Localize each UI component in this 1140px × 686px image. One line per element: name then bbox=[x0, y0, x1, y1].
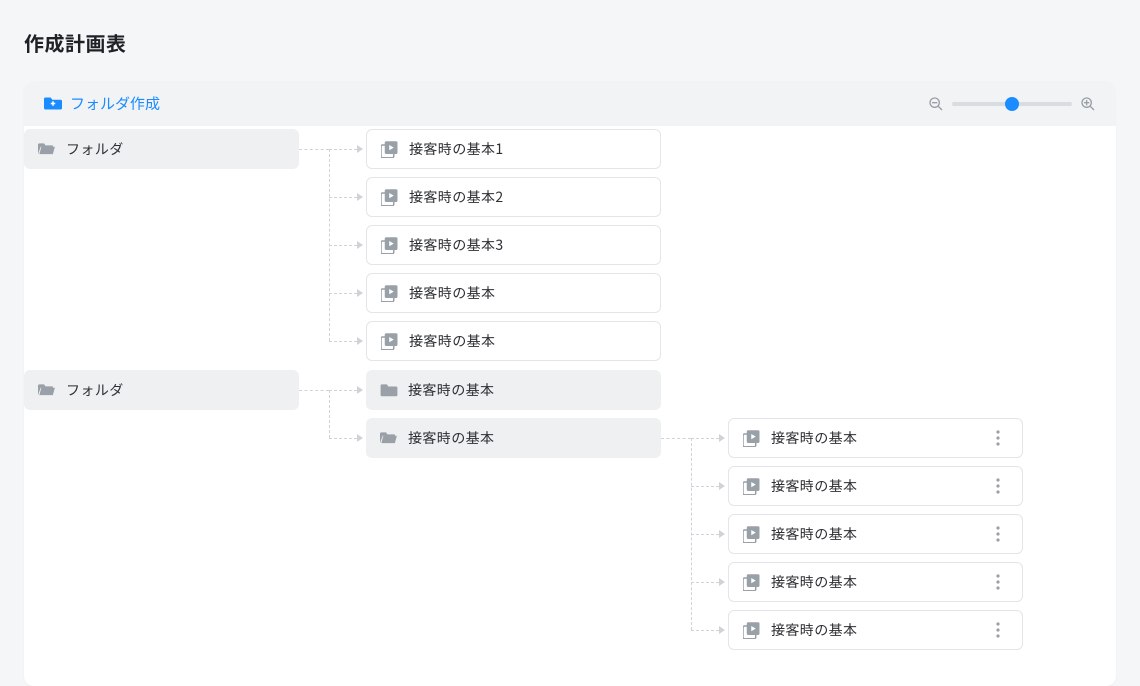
item-node[interactable]: 接客時の基本3 bbox=[366, 225, 661, 265]
video-stack-icon bbox=[381, 188, 399, 206]
video-stack-icon bbox=[381, 284, 399, 302]
folder-open-icon bbox=[380, 429, 398, 447]
subfolder-label: 接客時の基本 bbox=[408, 380, 647, 400]
folder-node[interactable]: フォルダ bbox=[24, 129, 299, 169]
item-label: 接客時の基本 bbox=[771, 620, 978, 640]
folder-node[interactable]: フォルダ bbox=[24, 370, 299, 410]
video-stack-icon bbox=[743, 477, 761, 495]
toolbar: フォルダ作成 bbox=[24, 81, 1116, 126]
item-label: 接客時の基本 bbox=[771, 428, 978, 448]
item-node[interactable]: 接客時の基本2 bbox=[366, 177, 661, 217]
folder-label: フォルダ bbox=[66, 380, 285, 400]
video-stack-icon bbox=[743, 525, 761, 543]
subfolder-node[interactable]: 接客時の基本 bbox=[366, 418, 661, 458]
create-folder-label: フォルダ作成 bbox=[70, 93, 160, 114]
item-node[interactable]: 接客時の基本 bbox=[728, 418, 1023, 458]
item-node[interactable]: 接客時の基本 bbox=[728, 562, 1023, 602]
main-panel: フォルダ作成 bbox=[24, 81, 1116, 686]
item-label: 接客時の基本 bbox=[771, 572, 978, 592]
subfolder-node[interactable]: 接客時の基本 bbox=[366, 370, 661, 410]
zoom-slider[interactable] bbox=[952, 102, 1072, 106]
item-node[interactable]: 接客時の基本 bbox=[366, 273, 661, 313]
item-label: 接客時の基本 bbox=[409, 331, 646, 351]
folder-label: フォルダ bbox=[66, 139, 285, 159]
video-stack-icon bbox=[743, 429, 761, 447]
create-folder-button[interactable]: フォルダ作成 bbox=[44, 93, 160, 114]
subfolder-label: 接客時の基本 bbox=[408, 428, 647, 448]
more-menu-button[interactable] bbox=[988, 472, 1008, 500]
item-node[interactable]: 接客時の基本 bbox=[728, 466, 1023, 506]
more-menu-button[interactable] bbox=[988, 568, 1008, 596]
video-stack-icon bbox=[381, 236, 399, 254]
item-node[interactable]: 接客時の基本 bbox=[366, 321, 661, 361]
item-label: 接客時の基本 bbox=[771, 476, 978, 496]
zoom-out-icon[interactable] bbox=[928, 96, 944, 112]
zoom-slider-thumb[interactable] bbox=[1005, 97, 1019, 111]
zoom-controls bbox=[928, 96, 1096, 112]
item-label: 接客時の基本 bbox=[771, 524, 978, 544]
more-menu-button[interactable] bbox=[988, 520, 1008, 548]
item-node[interactable]: 接客時の基本1 bbox=[366, 129, 661, 169]
item-label: 接客時の基本1 bbox=[409, 139, 646, 159]
item-label: 接客時の基本2 bbox=[409, 187, 646, 207]
more-menu-button[interactable] bbox=[988, 616, 1008, 644]
video-stack-icon bbox=[381, 140, 399, 158]
folder-open-icon bbox=[38, 140, 56, 158]
tree-area: フォルダ フォルダ 接客時の基本1 bbox=[24, 126, 1116, 686]
item-label: 接客時の基本 bbox=[409, 283, 646, 303]
more-menu-button[interactable] bbox=[988, 424, 1008, 452]
item-node[interactable]: 接客時の基本 bbox=[728, 610, 1023, 650]
item-label: 接客時の基本3 bbox=[409, 235, 646, 255]
video-stack-icon bbox=[381, 332, 399, 350]
folder-closed-icon bbox=[380, 381, 398, 399]
video-stack-icon bbox=[743, 573, 761, 591]
video-stack-icon bbox=[743, 621, 761, 639]
zoom-in-icon[interactable] bbox=[1080, 96, 1096, 112]
item-node[interactable]: 接客時の基本 bbox=[728, 514, 1023, 554]
folder-open-icon bbox=[38, 381, 56, 399]
folder-plus-icon bbox=[44, 95, 62, 113]
page-title: 作成計画表 bbox=[24, 28, 1116, 57]
